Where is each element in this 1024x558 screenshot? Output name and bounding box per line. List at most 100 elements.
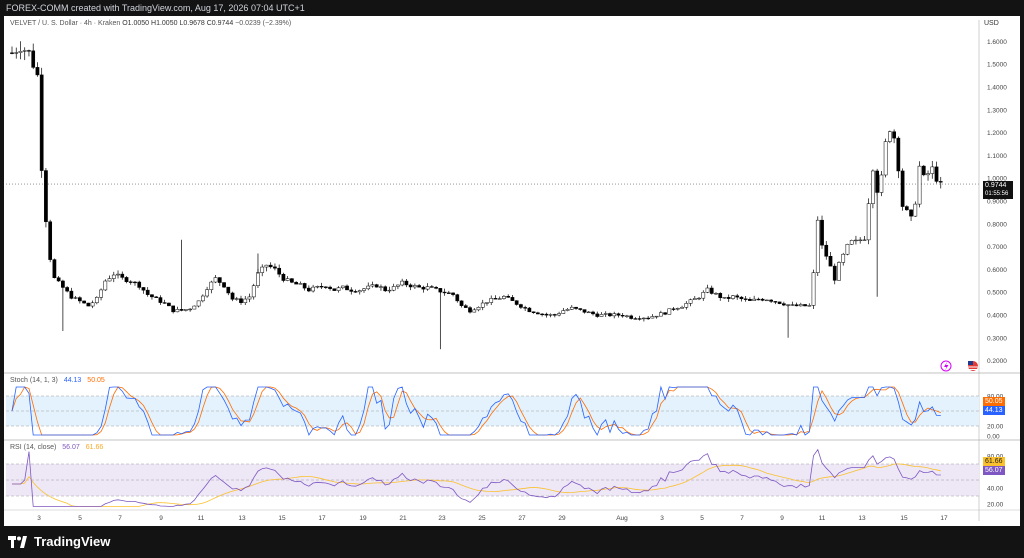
price-tick-label: 0.8000 [987,221,1007,228]
stoch-legend: Stoch (14, 1, 3) 44.13 50.05 [10,377,109,384]
candle-body [739,296,744,300]
tradingview-logo-icon [8,535,27,548]
candle-body [675,308,680,310]
stoch-tick-label: 0.00 [987,434,1000,441]
candle-body [837,262,841,281]
ohlc-close: C0.9744 [206,20,234,27]
time-tick-label: Aug [616,515,628,522]
candle-body [888,131,892,142]
time-tick-label: 17 [940,515,948,522]
candle-body [421,286,426,290]
chart-panel[interactable]: 1.6000 1.5000 1.4000 1.3000 1.2000 1.1000 1.00… [4,16,1020,526]
candle-body [921,165,926,176]
candle-body [552,314,557,316]
candle-body [362,288,366,291]
ohlc-open: O1.0050 [122,20,150,27]
candle-body [650,316,655,319]
candle-body [315,286,320,288]
candle-body [196,300,201,307]
price-tick-label: 1.3000 [987,107,1007,114]
time-tick-label: 25 [478,515,486,522]
candle-body [137,281,142,288]
candle-body [353,291,358,293]
candle-body [871,170,875,204]
candle-body [595,313,600,317]
candle-body [841,253,846,263]
candle-body [374,284,379,288]
currency-label[interactable]: USD [984,20,999,27]
candle-body [845,244,850,255]
candle-body [328,286,332,289]
candle-body [413,285,417,288]
candle-body [340,285,345,289]
candle-body [446,292,451,294]
candle-body [298,283,303,285]
candle-body [892,131,896,139]
candle-body [591,311,595,315]
candle-body [336,287,341,291]
candle-body [544,313,549,316]
candle-body [459,300,464,306]
footer: TradingView [0,530,1024,558]
time-axis: 3 5 7 9 11 13 15 17 19 21 23 25 27 29 Aug 3 5 7 9 11 13 15 17 [4,509,1020,522]
candle-body [332,288,337,291]
candle-body [455,294,460,302]
last-price-tag: 0.9744 [983,181,1013,190]
candle-body [849,240,854,245]
ohlc-high: H1.0050 [151,20,178,27]
candle-body [540,313,544,316]
candle-body [171,305,176,313]
candle-body [489,298,494,303]
time-tick-label: 15 [278,515,286,522]
chart-svg[interactable]: 1.60001.50001.40001.30001.20001.10001.00… [4,16,1020,526]
time-tick-label: 15 [900,515,908,522]
candle-body [654,315,659,318]
candle-body [612,313,617,317]
candle-body [866,203,871,241]
candle-body [828,256,833,267]
candle-body [705,287,710,293]
candle-body [692,298,697,300]
candle-body [527,307,532,313]
candle-body [442,291,447,294]
time-tick-label: 3 [37,515,41,522]
candle-body [896,137,901,172]
candle-body [400,280,405,286]
candle-body [290,278,294,283]
candle-body [667,308,672,315]
rsi-ma-value: 61.66 [85,444,104,451]
candle-body [773,301,778,303]
time-tick-label: 7 [740,515,744,522]
candle-body [862,239,867,241]
time-tick-label: 29 [558,515,566,522]
tradingview-logo[interactable]: TradingView [8,534,110,549]
candle-body [815,219,820,273]
candle-body [646,317,650,320]
candle-body [684,303,689,308]
candle-body [345,285,349,291]
candle-body [756,298,761,301]
candle-body [56,277,61,282]
candle-body [917,165,922,205]
candle-body [463,305,468,308]
ohlc-change: −0.0239 (−2.39%) [235,20,292,27]
candle-body [794,304,799,307]
candle-body [697,297,701,300]
candle-body [514,300,519,305]
rsi-tick-label: 20.00 [987,502,1004,509]
candle-body [603,313,608,315]
rsi-tick-label: 40.00 [987,486,1004,493]
candle-body [268,264,273,268]
candle-body [10,52,14,54]
candle-body [158,297,163,303]
candle-body [434,287,438,289]
rsi-tag: 56.07 [983,466,1005,475]
time-tick-label: 21 [399,515,407,522]
price-tick-label: 1.1000 [987,153,1007,160]
candle-body [485,302,489,304]
price-tick-label: 1.5000 [987,62,1007,69]
candle-body [94,297,99,304]
candle-body [557,313,561,316]
stoch-label: Stoch (14, 1, 3) [10,377,58,384]
candle-body [277,267,282,275]
